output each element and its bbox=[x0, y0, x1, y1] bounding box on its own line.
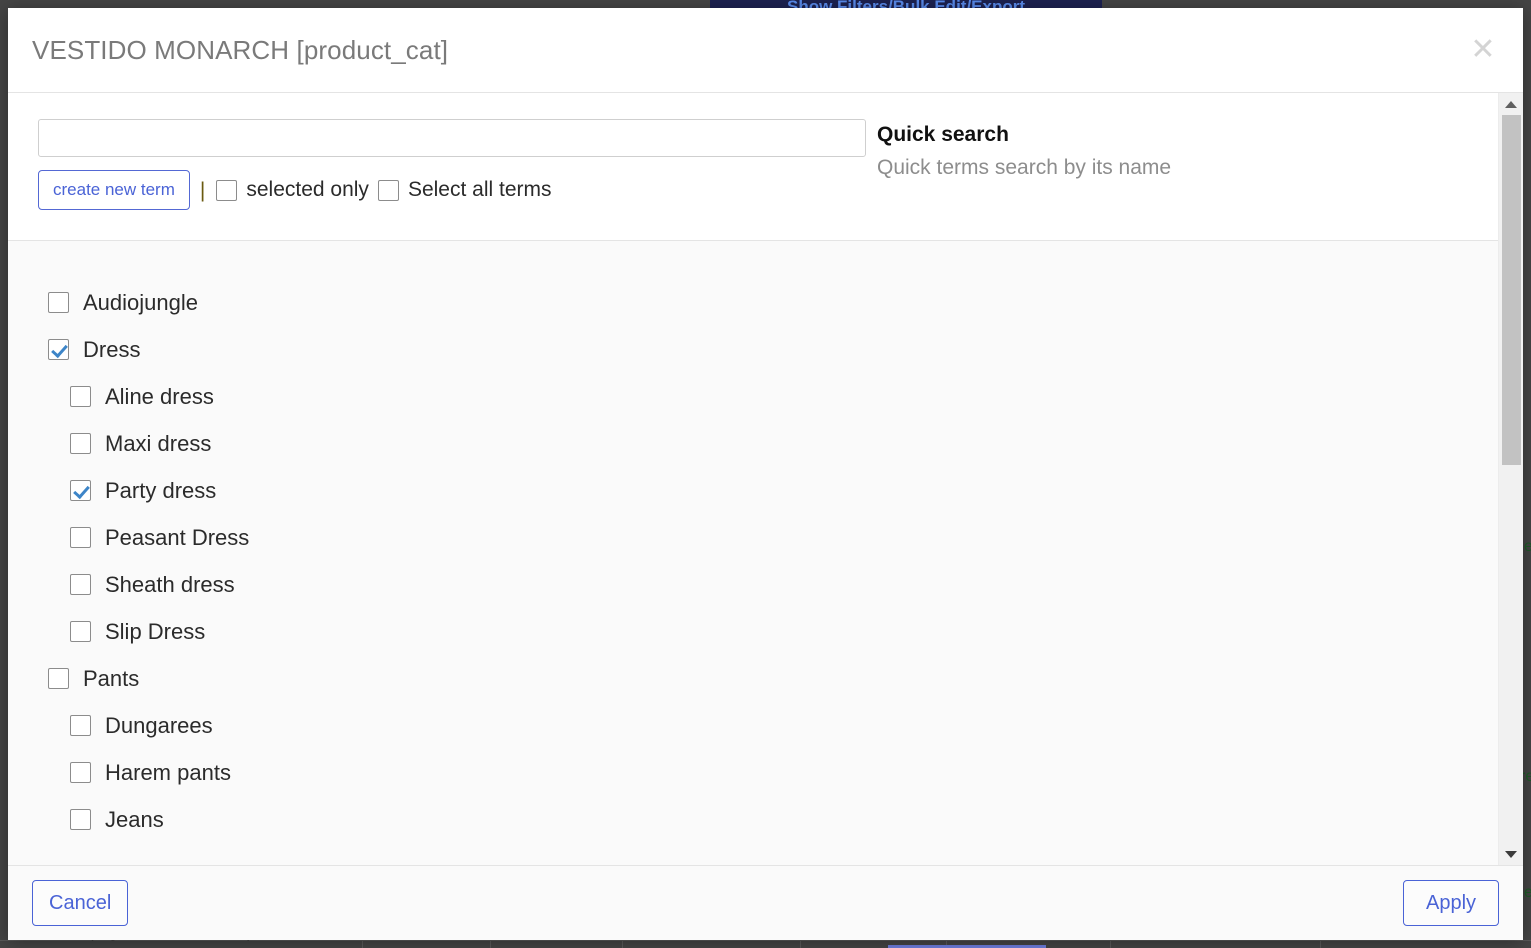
term-label: Slip Dress bbox=[105, 619, 205, 645]
term-row[interactable]: Slip Dress bbox=[8, 608, 1498, 655]
background-green-mark: e bbox=[1524, 538, 1531, 556]
term-row[interactable]: Maxi dress bbox=[8, 420, 1498, 467]
term-label: Peasant Dress bbox=[105, 525, 249, 551]
term-label: Jeans bbox=[105, 807, 164, 833]
term-row[interactable]: Harem pants bbox=[8, 749, 1498, 796]
checkbox-box[interactable] bbox=[48, 292, 69, 313]
select-all-terms-checkbox[interactable]: Select all terms bbox=[378, 178, 552, 202]
term-row[interactable]: Jeans bbox=[8, 796, 1498, 843]
checkbox-box[interactable] bbox=[70, 762, 91, 783]
background-green-mark: e bbox=[1524, 884, 1531, 902]
term-row[interactable]: Audiojungle bbox=[8, 279, 1498, 326]
checkbox-box[interactable] bbox=[48, 668, 69, 689]
term-row[interactable]: Sheath dress bbox=[8, 561, 1498, 608]
term-label: Dungarees bbox=[105, 713, 213, 739]
checkbox-box[interactable] bbox=[70, 574, 91, 595]
modal-footer: Cancel Apply bbox=[8, 865, 1523, 940]
quick-search-help: Quick search Quick terms search by its n… bbox=[873, 119, 1498, 180]
search-left-column: create new term | selected only Select a… bbox=[8, 119, 873, 210]
term-label: Aline dress bbox=[105, 384, 214, 410]
scrollbar-thumb[interactable] bbox=[1502, 115, 1521, 465]
quick-search-title: Quick search bbox=[877, 123, 1498, 147]
checkbox-box[interactable] bbox=[70, 715, 91, 736]
checkbox-box[interactable] bbox=[70, 527, 91, 548]
term-label: Sheath dress bbox=[105, 572, 235, 598]
select-all-terms-label: Select all terms bbox=[408, 178, 552, 202]
checkbox-box[interactable] bbox=[216, 180, 237, 201]
apply-button[interactable]: Apply bbox=[1403, 880, 1499, 926]
modal-body-inner: create new term | selected only Select a… bbox=[8, 93, 1498, 865]
checkbox-box[interactable] bbox=[378, 180, 399, 201]
close-icon[interactable]: ✕ bbox=[1467, 34, 1499, 66]
background-grid-line bbox=[490, 940, 491, 948]
modal-body: create new term | selected only Select a… bbox=[8, 93, 1523, 865]
background-grid-line bbox=[800, 940, 801, 948]
chevron-up-icon[interactable] bbox=[1499, 95, 1523, 113]
term-row[interactable]: Dress bbox=[8, 326, 1498, 373]
create-new-term-button[interactable]: create new term bbox=[38, 170, 190, 210]
vertical-scrollbar[interactable] bbox=[1498, 93, 1523, 865]
selected-only-label: selected only bbox=[246, 178, 369, 202]
term-row[interactable]: Aline dress bbox=[8, 373, 1498, 420]
chevron-down-icon[interactable] bbox=[1499, 845, 1523, 863]
quick-search-description: Quick terms search by its name bbox=[877, 156, 1498, 180]
checkbox-box-checked[interactable] bbox=[48, 339, 69, 360]
search-input[interactable] bbox=[38, 119, 866, 157]
separator: | bbox=[200, 180, 205, 201]
checkbox-box[interactable] bbox=[70, 386, 91, 407]
background-grid-line bbox=[1320, 940, 1321, 948]
terms-list: Audiojungle Dress Aline dress Maxi dress Par… bbox=[8, 241, 1498, 865]
term-label: Audiojungle bbox=[83, 290, 198, 316]
checkbox-box-checked[interactable] bbox=[70, 480, 91, 501]
checkbox-box[interactable] bbox=[70, 621, 91, 642]
page-title: VESTIDO MONARCH [product_cat] bbox=[32, 35, 448, 66]
background-grid-line bbox=[622, 940, 623, 948]
term-selector-modal: VESTIDO MONARCH [product_cat] ✕ create n… bbox=[8, 8, 1523, 940]
search-controls: create new term | selected only Select a… bbox=[38, 170, 873, 210]
cancel-button[interactable]: Cancel bbox=[32, 880, 128, 926]
background-grid-line bbox=[362, 940, 363, 948]
term-label: Party dress bbox=[105, 478, 216, 504]
term-row[interactable]: Dungarees bbox=[8, 702, 1498, 749]
modal-header: VESTIDO MONARCH [product_cat] ✕ bbox=[8, 8, 1523, 93]
term-label: Maxi dress bbox=[105, 431, 211, 457]
term-label: Dress bbox=[83, 337, 140, 363]
term-label: Pants bbox=[83, 666, 139, 692]
term-row[interactable]: Pants bbox=[8, 655, 1498, 702]
term-row[interactable]: Party dress bbox=[8, 467, 1498, 514]
checkbox-box[interactable] bbox=[70, 433, 91, 454]
checkbox-box[interactable] bbox=[70, 809, 91, 830]
background-grid-line bbox=[1110, 940, 1111, 948]
term-row[interactable]: Peasant Dress bbox=[8, 514, 1498, 561]
term-label: Harem pants bbox=[105, 760, 231, 786]
selected-only-checkbox[interactable]: selected only bbox=[216, 178, 369, 202]
search-area: create new term | selected only Select a… bbox=[8, 93, 1498, 241]
